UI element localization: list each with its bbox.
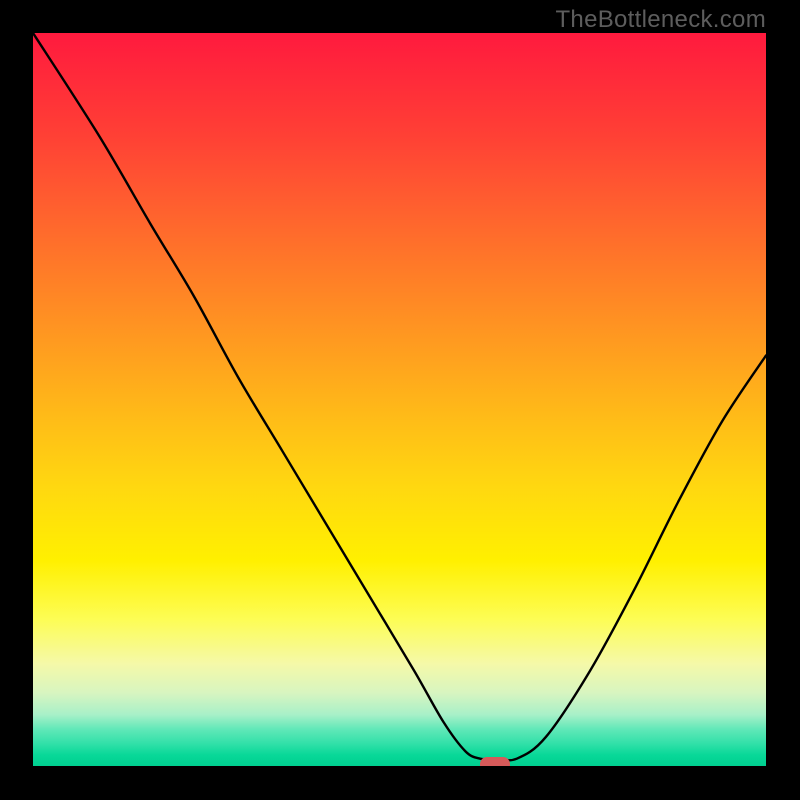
watermark-label: TheBottleneck.com bbox=[555, 6, 766, 34]
chart-frame: TheBottleneck.com bbox=[0, 0, 800, 800]
bottleneck-curve bbox=[33, 33, 766, 766]
plot-area bbox=[33, 33, 766, 766]
optimal-marker bbox=[480, 757, 510, 766]
